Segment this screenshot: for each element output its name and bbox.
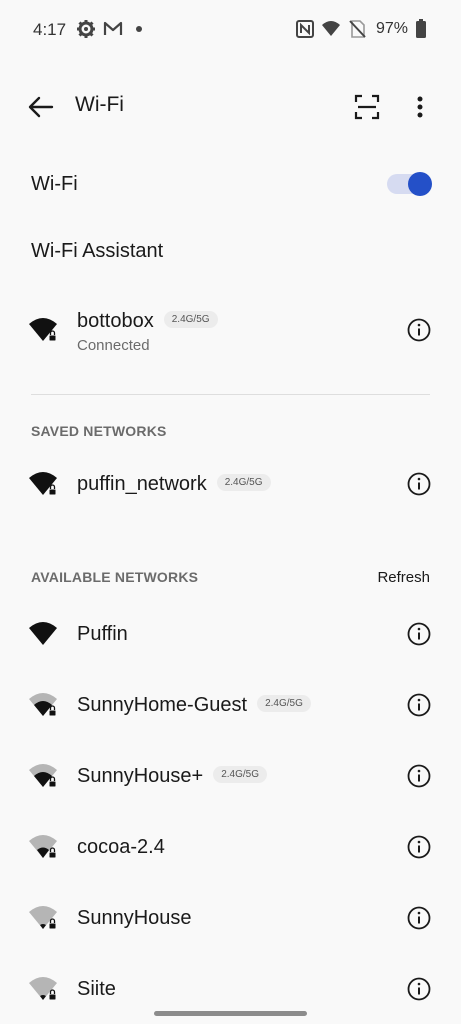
info-icon[interactable] (407, 318, 431, 342)
info-icon[interactable] (407, 693, 431, 717)
available-network-row[interactable]: Siite (0, 959, 461, 1019)
network-name-text: Puffin (77, 623, 128, 645)
no-sim-icon (349, 20, 366, 38)
nfc-icon (296, 20, 314, 38)
wifi-full-locked-icon (29, 318, 57, 342)
band-badge: 2.4G/5G (216, 474, 271, 492)
saved-network-row[interactable]: puffin_network 2.4G/5G (0, 454, 461, 514)
divider (31, 394, 430, 395)
available-network-row[interactable]: SunnyHouse (0, 888, 461, 948)
wifi-full-locked-icon (29, 472, 57, 496)
wifi-assistant-label: Wi-Fi Assistant (31, 240, 164, 262)
available-network-row[interactable]: SunnyHome-Guest 2.4G/5G (0, 675, 461, 735)
info-icon[interactable] (407, 472, 431, 496)
wifi-low-locked-icon (29, 835, 57, 859)
notification-dot-icon (136, 26, 142, 32)
refresh-button[interactable]: Refresh (377, 569, 430, 586)
network-name: SunnyHouse (77, 907, 192, 930)
connected-network-row[interactable]: bottobox 2.4G/5G Connected (0, 304, 461, 366)
available-network-row[interactable]: SunnyHouse+ 2.4G/5G (0, 746, 461, 806)
status-bar: 4:17 97% (0, 0, 461, 58)
network-name-text: cocoa-2.4 (77, 836, 165, 858)
battery-icon (416, 19, 426, 38)
status-time: 4:17 (33, 20, 67, 39)
band-badge: 2.4G/5G (163, 311, 218, 329)
wifi-weak-locked-icon (29, 906, 57, 930)
network-name-text: SunnyHouse (77, 907, 192, 929)
battery-percent: 97% (375, 20, 408, 37)
wifi-switch[interactable] (387, 172, 432, 196)
saved-networks-header: SAVED NETWORKS (31, 423, 167, 439)
wifi-toggle-label: Wi-Fi (31, 173, 78, 195)
wifi-assistant-row[interactable]: Wi-Fi Assistant (0, 228, 461, 276)
more-vert-icon[interactable] (408, 92, 432, 122)
wifi-medium-locked-icon (29, 764, 57, 788)
available-networks-header: AVAILABLE NETWORKS (31, 569, 199, 585)
wifi-weak-locked-icon (29, 977, 57, 1001)
wifi-toggle-row[interactable]: Wi-Fi (0, 160, 461, 210)
info-icon[interactable] (407, 764, 431, 788)
network-name: Puffin (77, 623, 128, 646)
switch-thumb (408, 172, 432, 196)
wifi-settings-screen: 4:17 97% Wi-Fi Wi-Fi Wi-Fi Assistant bot… (0, 0, 461, 1024)
network-name-text: SunnyHouse+ (77, 765, 204, 787)
network-name-text: bottobox (77, 310, 154, 332)
wifi-icon (322, 21, 340, 36)
band-badge: 2.4G/5G (213, 766, 268, 784)
connection-status: Connected (77, 337, 150, 354)
info-icon[interactable] (407, 622, 431, 646)
network-name-text: SunnyHome-Guest (77, 694, 248, 716)
wifi-full-icon (29, 622, 57, 645)
network-name: SunnyHouse+ 2.4G/5G (77, 765, 268, 788)
qr-scan-icon[interactable] (352, 92, 382, 122)
band-badge: 2.4G/5G (257, 695, 311, 713)
network-name: puffin_network 2.4G/5G (77, 473, 271, 496)
home-indicator[interactable] (154, 1011, 307, 1016)
arrow-back-icon[interactable] (26, 92, 56, 122)
network-name-text: Siite (77, 978, 116, 1000)
info-icon[interactable] (407, 835, 431, 859)
available-network-row[interactable]: cocoa-2.4 (0, 817, 461, 877)
page-title: Wi-Fi (75, 93, 124, 116)
settings-icon (77, 20, 95, 38)
wifi-medium-locked-icon (29, 693, 57, 717)
info-icon[interactable] (407, 977, 431, 1001)
app-bar: Wi-Fi (0, 80, 461, 132)
network-name: Siite (77, 978, 116, 1001)
network-name: cocoa-2.4 (77, 836, 165, 859)
available-network-row[interactable]: Puffin (0, 604, 461, 664)
network-name-text: puffin_network (77, 473, 207, 495)
gmail-icon (103, 21, 123, 35)
info-icon[interactable] (407, 906, 431, 930)
network-name: bottobox 2.4G/5G (77, 310, 218, 333)
network-name: SunnyHome-Guest 2.4G/5G (77, 694, 311, 717)
